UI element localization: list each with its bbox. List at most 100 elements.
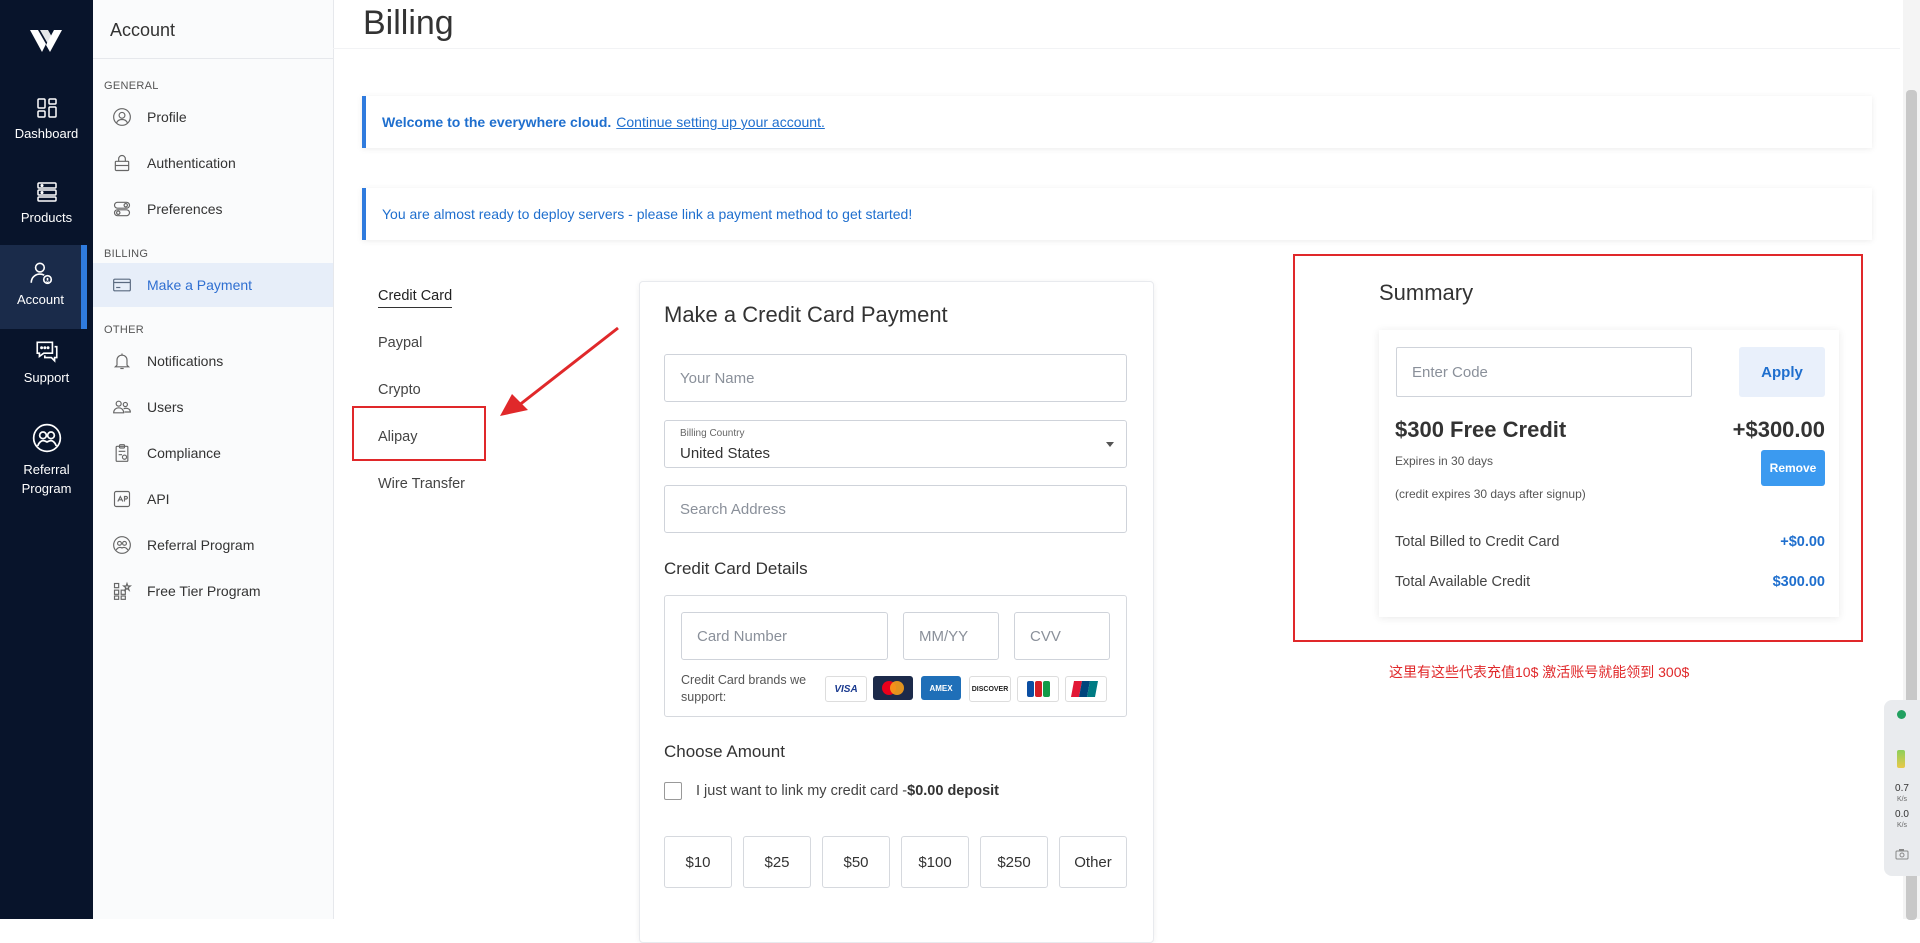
sidebar-item-label: Preferences xyxy=(147,201,223,217)
red-arrow-annotation xyxy=(500,326,619,416)
tab-credit-card[interactable]: Credit Card xyxy=(378,288,453,308)
rail-label: Support xyxy=(23,370,70,385)
account-sidebar: Account GENERAL Profile Authentication P… xyxy=(93,0,334,919)
annotation-note: 这里有这些代表充值10$ 激活账号就能领到 300$ xyxy=(1389,664,1690,680)
rail-support[interactable]: Support xyxy=(0,338,93,385)
sidebar-item-api[interactable]: API xyxy=(93,477,333,521)
rail-referral[interactable]: Referral Program xyxy=(0,422,93,498)
mastercard-logo xyxy=(873,676,913,700)
name-field[interactable] xyxy=(664,354,1127,402)
bell-icon xyxy=(111,350,133,372)
upload-speed: 0.7 K/s xyxy=(1895,783,1909,804)
amount-25-button[interactable]: $25 xyxy=(743,836,811,888)
camera-icon[interactable] xyxy=(1895,848,1909,860)
available-value: $300.00 xyxy=(1772,574,1825,590)
section-other: OTHER xyxy=(104,324,144,336)
continue-setup-link[interactable]: Continue setting up your account. xyxy=(616,114,825,130)
credit-title: $300 Free Credit xyxy=(1395,417,1567,442)
sidebar-item-label: Notifications xyxy=(147,353,224,369)
lock-icon xyxy=(111,152,133,174)
credit-card-payment-panel: Make a Credit Card Payment Billing Count… xyxy=(639,281,1154,943)
link-only-label: I just want to link my credit card -$0.0… xyxy=(696,783,999,799)
name-input[interactable] xyxy=(665,355,1126,401)
tab-crypto[interactable]: Crypto xyxy=(378,382,421,398)
tab-wire-transfer[interactable]: Wire Transfer xyxy=(378,476,465,492)
rail-label: Account xyxy=(17,292,64,307)
sidebar-item-authentication[interactable]: Authentication xyxy=(93,141,333,185)
users-icon xyxy=(111,396,133,418)
billed-value: +$0.00 xyxy=(1780,534,1825,550)
sidebar-item-label: Users xyxy=(147,399,184,415)
unionpay-logo xyxy=(1065,676,1107,702)
sidebar-item-label: Authentication xyxy=(147,155,236,171)
available-label: Total Available Credit xyxy=(1395,574,1531,590)
section-general: GENERAL xyxy=(104,80,159,92)
api-icon xyxy=(111,488,133,510)
card-icon xyxy=(111,274,133,296)
divider xyxy=(93,58,333,59)
sidebar-item-free-tier-program[interactable]: Free Tier Program xyxy=(93,569,333,613)
rail-label: Dashboard xyxy=(14,126,79,141)
discover-logo: DISCOVER xyxy=(969,676,1011,702)
chevron-down-icon xyxy=(1106,442,1114,447)
billing-country-value: United States xyxy=(680,445,771,462)
sidebar-item-preferences[interactable]: Preferences xyxy=(93,187,333,231)
amount-other-button[interactable]: Other xyxy=(1059,836,1127,888)
referral-icon xyxy=(32,423,61,453)
profile-icon xyxy=(111,106,133,128)
expiry-input[interactable] xyxy=(904,613,998,659)
sidebar-item-compliance[interactable]: Compliance xyxy=(93,431,333,475)
sidebar-item-label: Free Tier Program xyxy=(147,583,261,599)
sidebar-item-make-a-payment[interactable]: Make a Payment xyxy=(93,263,333,307)
sidebar-item-users[interactable]: Users xyxy=(93,385,333,429)
rail-label: Referral Program xyxy=(21,462,72,496)
link-only-text: I just want to link my credit card - xyxy=(696,783,908,799)
cvv-input[interactable] xyxy=(1015,613,1109,659)
summary-title: Summary xyxy=(1379,280,1474,305)
cc-details-box: Credit Card brands we support: VISA AMEX… xyxy=(664,595,1127,717)
sidebar-item-notifications[interactable]: Notifications xyxy=(93,339,333,383)
credit-amount: +$300.00 xyxy=(1732,417,1825,442)
rail-account[interactable]: Account xyxy=(0,245,87,329)
tab-paypal[interactable]: Paypal xyxy=(378,335,422,351)
card-number-input[interactable] xyxy=(682,613,887,659)
card-number-field[interactable] xyxy=(681,612,888,660)
rail-products[interactable]: Products xyxy=(0,180,93,225)
sidebar-item-referral-program[interactable]: Referral Program xyxy=(93,523,333,567)
usage-bar-icon xyxy=(1897,750,1905,768)
dashboard-icon xyxy=(36,98,57,118)
toggle-icon xyxy=(111,198,133,220)
clipboard-icon xyxy=(111,442,133,464)
rail-label: Products xyxy=(20,210,73,225)
billing-country-select[interactable]: Billing Country United States xyxy=(664,420,1127,468)
page-title: Billing xyxy=(363,4,454,42)
amount-250-button[interactable]: $250 xyxy=(980,836,1048,888)
address-input[interactable] xyxy=(665,486,1126,532)
brands-support-text: Credit Card brands we support: xyxy=(681,673,807,704)
promo-code-input[interactable] xyxy=(1397,348,1691,396)
sidebar-item-label: Make a Payment xyxy=(147,277,253,293)
amount-100-button[interactable]: $100 xyxy=(901,836,969,888)
billing-country-label: Billing Country xyxy=(680,428,745,439)
main-nav-rail: Dashboard Products Account Support Refer… xyxy=(0,0,93,919)
vultr-logo[interactable] xyxy=(26,22,66,62)
visa-logo: VISA xyxy=(825,676,867,702)
free-tier-icon xyxy=(111,580,133,602)
sidebar-item-label: Referral Program xyxy=(147,537,255,553)
expiry-field[interactable] xyxy=(903,612,999,660)
promo-code-field[interactable] xyxy=(1396,347,1692,397)
alert-bold-text: Welcome to the everywhere cloud. xyxy=(382,114,612,130)
download-speed: 0.0 K/s xyxy=(1895,809,1909,830)
amex-logo: AMEX xyxy=(921,676,961,700)
cvv-field[interactable] xyxy=(1014,612,1110,660)
rail-dashboard[interactable]: Dashboard xyxy=(0,96,93,141)
address-field[interactable] xyxy=(664,485,1127,533)
sidebar-item-profile[interactable]: Profile xyxy=(93,95,333,139)
remove-credit-button[interactable]: Remove xyxy=(1761,450,1825,486)
support-icon xyxy=(35,341,58,363)
link-only-checkbox[interactable] xyxy=(664,782,682,800)
amount-50-button[interactable]: $50 xyxy=(822,836,890,888)
amount-10-button[interactable]: $10 xyxy=(664,836,732,888)
jcb-logo xyxy=(1017,676,1059,702)
apply-button[interactable]: Apply xyxy=(1739,347,1825,397)
